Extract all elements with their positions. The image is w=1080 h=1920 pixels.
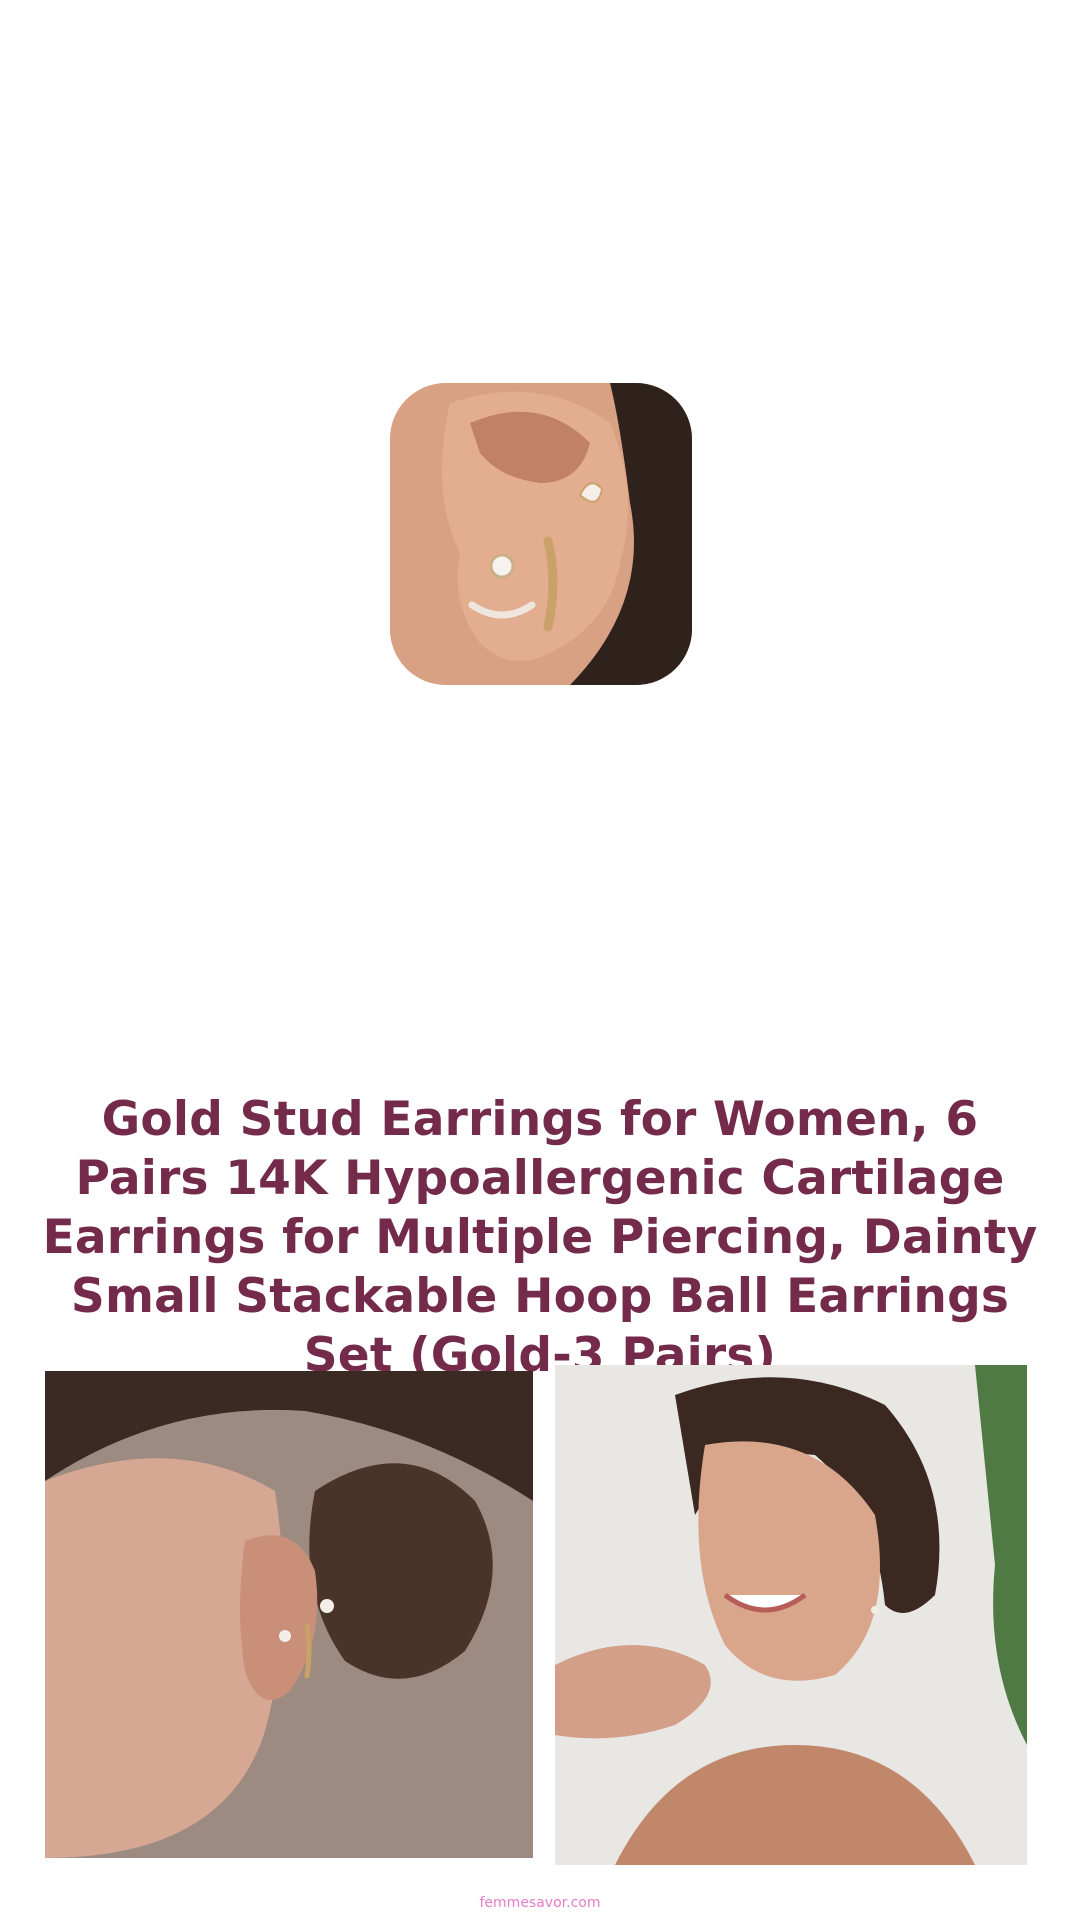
footer-site-link[interactable]: femmesavor.com (0, 1895, 1080, 1911)
gallery-image-right[interactable] (555, 1365, 1027, 1865)
product-page: Gold Stud Earrings for Women, 6 Pairs 14… (0, 0, 1080, 1920)
gallery-image-left[interactable] (45, 1371, 533, 1858)
product-title: Gold Stud Earrings for Women, 6 Pairs 14… (42, 1092, 1038, 1383)
ear-earrings-closeup-icon (390, 383, 692, 685)
ear-piercing-side-profile-icon (45, 1371, 533, 1858)
smiling-woman-wearing-earrings-icon (555, 1365, 1027, 1865)
product-thumbnail-image[interactable] (390, 383, 692, 685)
